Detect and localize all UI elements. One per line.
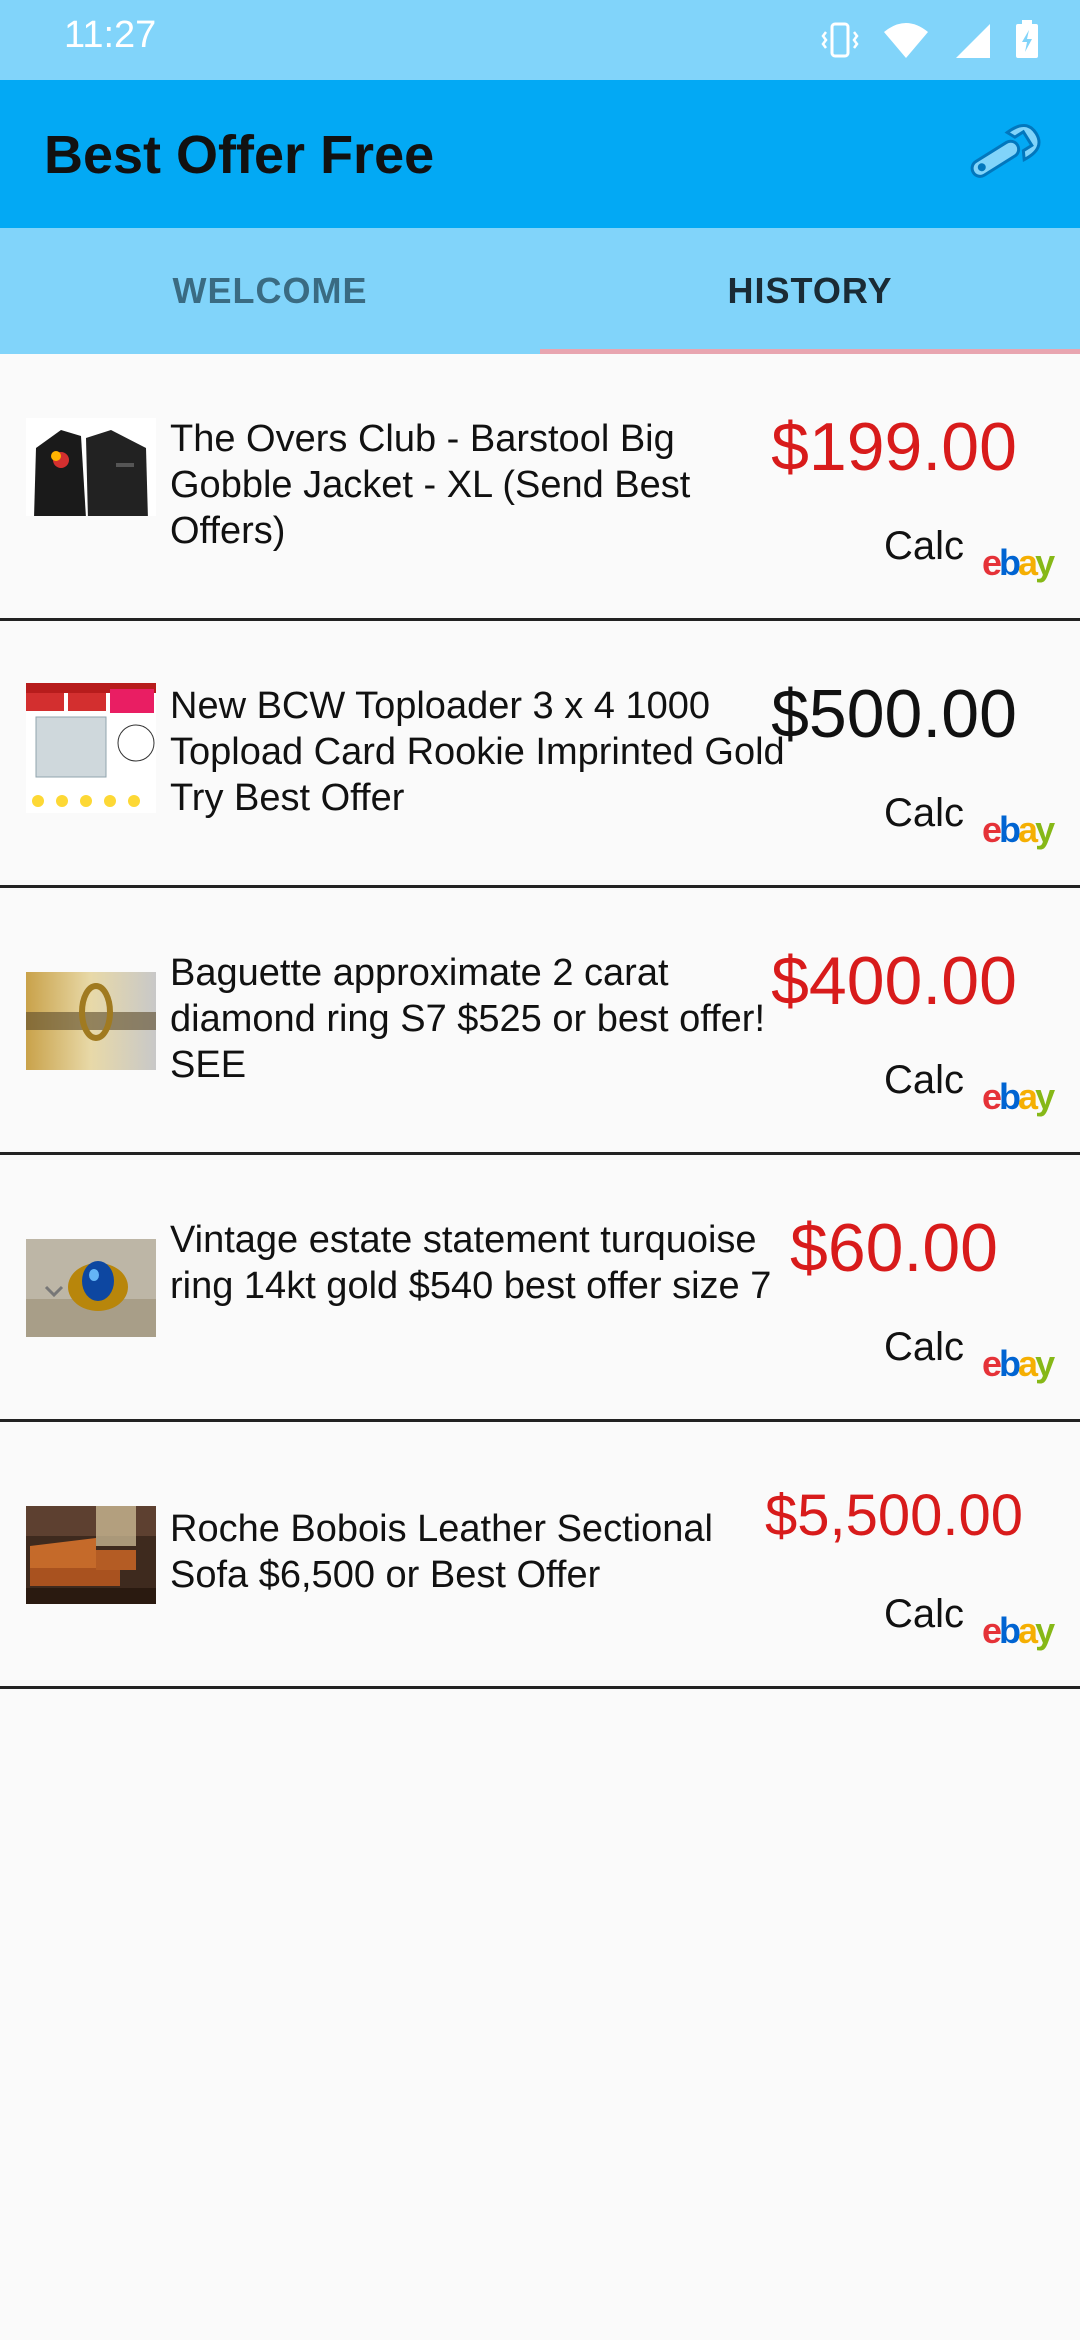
wifi-icon: [884, 23, 928, 58]
app-title: Best Offer Free: [44, 125, 435, 185]
item-title: Roche Bobois Leather Sectional Sofa $6,5…: [170, 1508, 713, 1596]
item-title: New BCW Toploader 3 x 4 1000 Topload Car…: [170, 685, 785, 819]
tab-bar: WELCOME HISTORY: [0, 228, 1080, 354]
signal-icon: [956, 24, 990, 58]
calc-button[interactable]: Calc: [884, 1058, 964, 1103]
vibrate-icon: [821, 22, 859, 58]
status-time: 11:27: [64, 14, 157, 56]
item-thumbnail: [26, 683, 156, 813]
item-thumbnail: [26, 1506, 156, 1604]
ebay-logo-icon[interactable]: ebay: [982, 809, 1072, 850]
wrench-settings-icon[interactable]: [962, 122, 1044, 186]
status-bar: 11:27: [0, 0, 1080, 80]
item-price: $500.00: [771, 676, 1017, 752]
tab-welcome[interactable]: WELCOME: [0, 228, 540, 354]
app-bar: Best Offer Free: [0, 80, 1080, 228]
calc-button[interactable]: Calc: [884, 1325, 964, 1370]
list-item[interactable]: Vintage estate statement turquoise ring …: [0, 1155, 1080, 1422]
item-thumbnail: [26, 1239, 156, 1337]
item-price: $400.00: [771, 943, 1017, 1019]
tab-history-label: HISTORY: [727, 270, 893, 311]
list-item[interactable]: Roche Bobois Leather Sectional Sofa $6,5…: [0, 1422, 1080, 1689]
list-item[interactable]: The Overs Club - Barstool Big Gobble Jac…: [0, 354, 1080, 621]
history-list: The Overs Club - Barstool Big Gobble Jac…: [0, 354, 1080, 1689]
tab-welcome-label: WELCOME: [172, 270, 368, 311]
item-title: Vintage estate statement turquoise ring …: [170, 1219, 772, 1307]
ebay-logo-icon[interactable]: ebay: [982, 1076, 1072, 1117]
item-thumbnail: [26, 418, 156, 516]
ebay-logo-icon[interactable]: ebay: [982, 1610, 1072, 1651]
calc-button[interactable]: Calc: [884, 1592, 964, 1637]
status-icons: [820, 18, 1040, 62]
calc-button[interactable]: Calc: [884, 791, 964, 836]
list-item[interactable]: New BCW Toploader 3 x 4 1000 Topload Car…: [0, 621, 1080, 888]
item-price: $5,500.00: [764, 1483, 1024, 1548]
ebay-logo-icon[interactable]: ebay: [982, 542, 1072, 583]
item-price: $60.00: [790, 1210, 998, 1286]
item-title: The Overs Club - Barstool Big Gobble Jac…: [170, 418, 691, 552]
list-item[interactable]: Baguette approximate 2 carat diamond rin…: [0, 888, 1080, 1155]
tab-history[interactable]: HISTORY: [540, 228, 1080, 354]
item-title: Baguette approximate 2 carat diamond rin…: [170, 952, 766, 1086]
battery-icon: [1016, 20, 1038, 58]
item-thumbnail: [26, 972, 156, 1070]
item-price: $199.00: [771, 409, 1017, 485]
calc-button[interactable]: Calc: [884, 524, 964, 569]
ebay-logo-icon[interactable]: ebay: [982, 1343, 1072, 1384]
